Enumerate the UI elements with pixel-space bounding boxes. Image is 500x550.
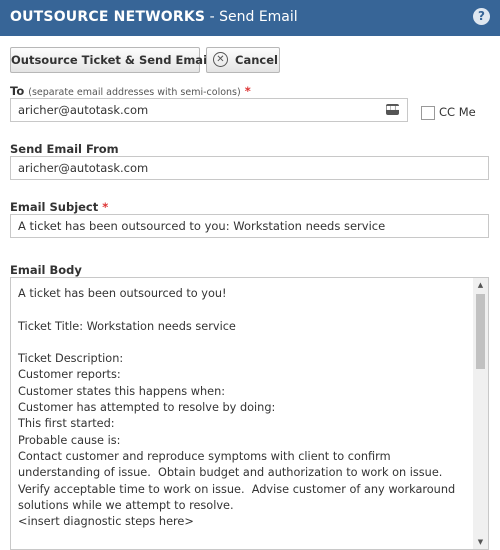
- cc-me-checkbox[interactable]: [421, 106, 435, 120]
- scroll-thumb[interactable]: [476, 294, 485, 369]
- subject-field[interactable]: A ticket has been outsourced to you: Wor…: [10, 214, 489, 238]
- cancel-icon: ✕: [213, 52, 228, 67]
- dialog-subtitle: Send Email: [219, 9, 298, 25]
- outsource-send-button[interactable]: Outsource Ticket & Send Email: [10, 47, 211, 73]
- to-value: aricher@autotask.com: [18, 103, 149, 117]
- dialog-title: OUTSOURCE NETWORKS - Send Email: [10, 9, 298, 25]
- company-name: OUTSOURCE NETWORKS: [10, 9, 206, 25]
- email-body-textarea[interactable]: A ticket has been outsourced to you! Tic…: [10, 277, 489, 550]
- subject-value: A ticket has been outsourced to you: Wor…: [18, 219, 386, 233]
- dialog-titlebar: OUTSOURCE NETWORKS - Send Email ?: [0, 0, 500, 36]
- cancel-button[interactable]: ✕ Cancel: [206, 47, 280, 73]
- email-body-text: A ticket has been outsourced to you! Tic…: [18, 287, 458, 549]
- cancel-label: Cancel: [235, 53, 278, 67]
- subject-required-mark: *: [102, 200, 109, 214]
- from-field[interactable]: aricher@autotask.com: [10, 156, 489, 180]
- subject-label: Email Subject *: [10, 200, 108, 214]
- to-label: To (separate email addresses with semi-c…: [10, 84, 251, 98]
- to-field[interactable]: aricher@autotask.com ▪▪▪: [10, 98, 408, 122]
- help-icon[interactable]: ?: [473, 8, 490, 25]
- to-label-text: To: [10, 84, 25, 98]
- to-required-mark: *: [244, 84, 251, 98]
- cc-me-label: CC Me: [439, 105, 476, 119]
- scroll-up-icon[interactable]: ▲: [473, 278, 488, 292]
- from-value: aricher@autotask.com: [18, 161, 149, 175]
- from-label: Send Email From: [10, 142, 119, 156]
- scroll-down-icon[interactable]: ▼: [473, 535, 488, 549]
- subject-label-text: Email Subject: [10, 200, 99, 214]
- to-hint: (separate email addresses with semi-colo…: [28, 87, 241, 98]
- address-book-icon[interactable]: ▪▪▪: [386, 104, 400, 115]
- body-scrollbar[interactable]: ▲ ▼: [473, 278, 488, 549]
- title-separator: -: [205, 9, 220, 25]
- body-label: Email Body: [10, 263, 82, 277]
